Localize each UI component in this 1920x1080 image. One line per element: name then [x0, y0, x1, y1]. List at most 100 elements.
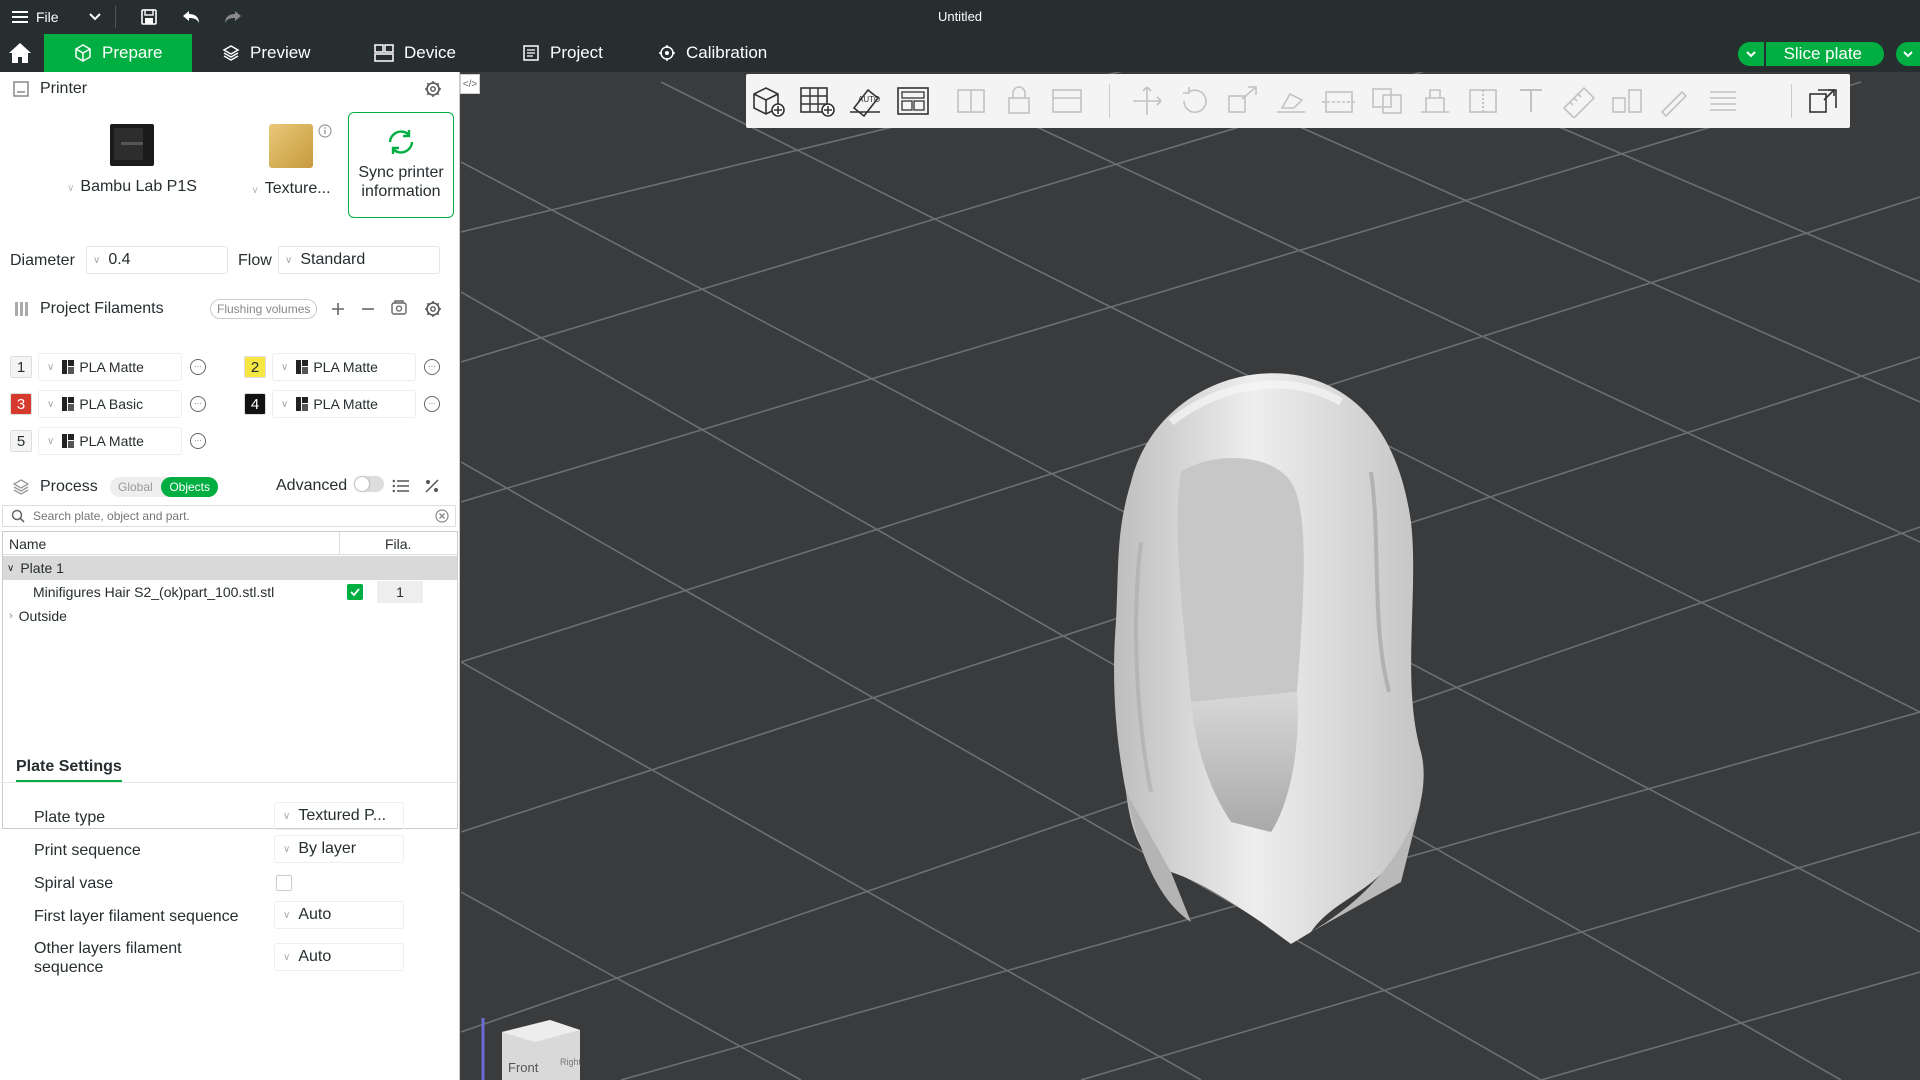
tab-device[interactable]: Device: [360, 34, 470, 72]
clear-icon[interactable]: [435, 509, 449, 523]
object-row[interactable]: Minifigures Hair S2_(ok)part_100.stl.stl…: [3, 580, 457, 604]
diameter-select[interactable]: ∨ 0.4: [86, 246, 228, 274]
filament-select[interactable]: ∨ PLA Matte: [38, 427, 182, 455]
more-options-icon[interactable]: ···: [424, 359, 440, 375]
tab-project[interactable]: Project: [508, 34, 617, 72]
list-icon[interactable]: [392, 478, 410, 494]
print-sequence-select[interactable]: ∨ By layer: [274, 835, 404, 863]
print-options-dropdown[interactable]: [1896, 42, 1920, 66]
support-painting-icon[interactable]: [1416, 84, 1454, 118]
plate-row[interactable]: ∨ Plate 1: [3, 556, 457, 580]
gear-icon[interactable]: [424, 300, 442, 318]
auto-orient-icon[interactable]: AUTO: [846, 84, 884, 118]
outside-row[interactable]: › Outside: [3, 604, 457, 628]
more-options-icon[interactable]: ···: [190, 433, 206, 449]
object-enabled-checkbox[interactable]: [347, 584, 363, 600]
filament-row: 3 ∨ PLA Basic ···: [10, 390, 206, 418]
flow-select[interactable]: ∨ Standard: [278, 246, 440, 274]
filament-number: 1: [16, 358, 26, 376]
move-icon[interactable]: [1128, 84, 1166, 118]
lay-on-face-icon[interactable]: [1272, 84, 1310, 118]
plate-type-select[interactable]: ∨ Textured P...: [274, 802, 404, 830]
add-icon[interactable]: [330, 301, 346, 317]
advanced-toggle[interactable]: [354, 476, 384, 492]
collapse-sidebar-button[interactable]: </>: [460, 74, 480, 94]
other-layers-sequence-label: Other layers filament sequence: [34, 939, 182, 977]
remove-icon[interactable]: [360, 301, 376, 317]
percent-icon[interactable]: [424, 478, 440, 494]
print-sequence-value: By layer: [298, 840, 357, 857]
variable-layer-icon[interactable]: [1704, 84, 1742, 118]
printer-selector[interactable]: ∨ Bambu Lab P1S: [52, 122, 212, 196]
add-object-icon[interactable]: [750, 84, 788, 118]
measure-icon[interactable]: [1560, 84, 1598, 118]
mesh-boolean-icon[interactable]: [1368, 84, 1406, 118]
printer-icon: [13, 81, 29, 97]
slice-plate-button[interactable]: Slice plate: [1765, 42, 1884, 66]
add-plate-icon[interactable]: [798, 84, 836, 118]
col-name-header[interactable]: Name: [9, 536, 46, 552]
search-input[interactable]: [33, 509, 423, 523]
gear-icon[interactable]: [424, 80, 442, 98]
home-icon[interactable]: [8, 41, 36, 67]
printer-section-header: Printer: [0, 72, 460, 106]
split-icon[interactable]: [952, 84, 990, 118]
flow-value: Standard: [300, 251, 366, 268]
filament-color-swatch[interactable]: 5: [10, 430, 32, 452]
tab-project-label: Project: [550, 43, 603, 62]
flushing-volumes-button[interactable]: Flushing volumes: [210, 299, 318, 319]
first-layer-sequence-select[interactable]: ∨ Auto: [274, 901, 404, 929]
tab-preview[interactable]: Preview: [208, 34, 324, 72]
tab-plate-settings[interactable]: Plate Settings: [16, 758, 122, 782]
chevron-down-icon: [1745, 50, 1756, 57]
seam-painting-icon[interactable]: [1464, 84, 1502, 118]
more-options-icon[interactable]: ···: [424, 396, 440, 412]
filament-brand-icon: [296, 360, 309, 374]
process-layers-icon: [12, 479, 30, 495]
layout-icon[interactable]: [1048, 84, 1086, 118]
filament-color-swatch[interactable]: 1: [10, 356, 32, 378]
filament-select[interactable]: ∨ PLA Matte: [272, 390, 416, 418]
slice-options-dropdown[interactable]: [1737, 42, 1764, 66]
filament-color-swatch[interactable]: 4: [244, 393, 266, 415]
spiral-vase-checkbox[interactable]: [276, 875, 292, 891]
lock-icon[interactable]: [1000, 84, 1038, 118]
filament-select[interactable]: ∨ PLA Matte: [272, 353, 416, 381]
filament-name: PLA Matte: [313, 359, 378, 375]
other-layers-sequence-select[interactable]: ∨ Auto: [274, 943, 404, 971]
tab-prepare[interactable]: Prepare: [44, 34, 192, 72]
spiral-vase-label: Spiral vase: [34, 875, 114, 892]
explode-view-icon[interactable]: [1804, 84, 1842, 118]
objects-option[interactable]: Objects: [161, 477, 218, 497]
color-painting-icon[interactable]: [1656, 84, 1694, 118]
rotate-icon[interactable]: [1176, 84, 1214, 118]
tab-calibration[interactable]: Calibration: [644, 34, 781, 72]
more-options-icon[interactable]: ···: [190, 359, 206, 375]
print-sequence-label: Print sequence: [34, 842, 141, 859]
info-icon[interactable]: [318, 124, 332, 138]
more-options-icon[interactable]: ···: [190, 396, 206, 412]
filament-color-swatch[interactable]: 2: [244, 356, 266, 378]
view-cube[interactable]: Front Right: [480, 1010, 582, 1080]
text-icon[interactable]: [1512, 84, 1550, 118]
title-bar: File Untitled: [0, 0, 1920, 34]
scale-icon[interactable]: [1224, 84, 1262, 118]
global-objects-switch[interactable]: Global Objects: [110, 477, 218, 497]
navcube-front-label: Front: [508, 1060, 539, 1075]
cut-icon[interactable]: [1320, 84, 1358, 118]
global-option[interactable]: Global: [118, 480, 153, 494]
hair-model[interactable]: [1071, 362, 1451, 962]
filament-color-swatch[interactable]: 3: [10, 393, 32, 415]
sync-printer-button[interactable]: Sync printer information: [348, 112, 454, 218]
chevron-down-icon[interactable]: ∨: [7, 563, 14, 574]
col-fila-header[interactable]: Fila.: [385, 536, 411, 552]
sidebar: Printer ∨ Bambu Lab P1S ∨ Texture... Sync …: [0, 72, 460, 1080]
ams-icon[interactable]: [390, 299, 410, 317]
object-filament-select[interactable]: 1: [377, 581, 423, 603]
assembly-icon[interactable]: [1608, 84, 1646, 118]
filament-select[interactable]: ∨ PLA Basic: [38, 390, 182, 418]
arrange-icon[interactable]: [894, 84, 932, 118]
filament-select[interactable]: ∨ PLA Matte: [38, 353, 182, 381]
chevron-right-icon[interactable]: ›: [9, 610, 13, 622]
3d-viewport[interactable]: Front Right: [461, 72, 1920, 1080]
